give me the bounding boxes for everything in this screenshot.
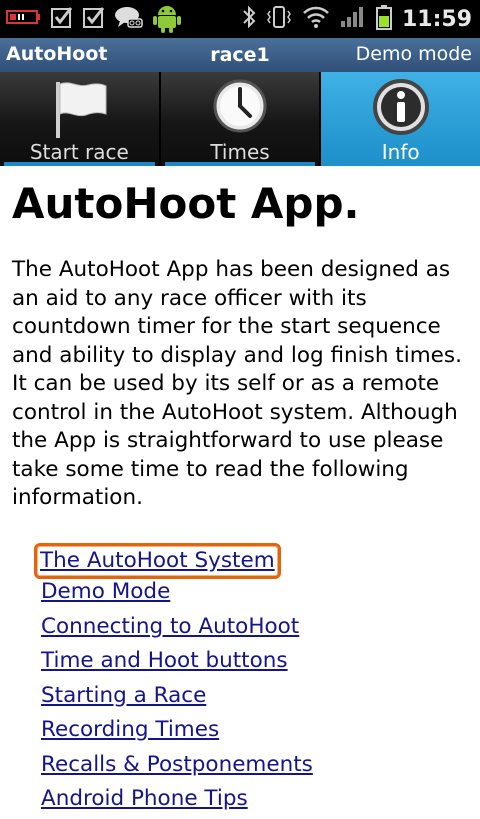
bluetooth-icon [242, 5, 256, 33]
flag-icon [48, 78, 110, 142]
tab-start-race[interactable]: Start race [0, 72, 161, 166]
link-demo-mode[interactable]: Demo Mode [39, 577, 172, 607]
list-item: Starting a Race [39, 681, 468, 716]
clock-icon [212, 78, 268, 138]
status-bar: 11:59 [0, 0, 480, 38]
list-item: Android Phone Tips [39, 784, 468, 819]
tab-times[interactable]: Times [160, 72, 322, 166]
battery-warning-icon [6, 7, 42, 31]
info-content[interactable]: AutoHoot App. The AutoHoot App has been … [12, 166, 468, 819]
vibrate-icon [266, 5, 292, 33]
signal-icon [340, 5, 366, 33]
help-links: The AutoHoot System Demo Mode Connecting… [34, 542, 468, 819]
link-phone-tips[interactable]: Android Phone Tips [39, 784, 250, 814]
link-starting-race[interactable]: Starting a Race [39, 681, 208, 711]
link-time-hoot-buttons[interactable]: Time and Hoot buttons [39, 646, 290, 676]
title-bar: race1 AutoHoot Demo mode [0, 38, 480, 72]
list-item: The AutoHoot System [34, 542, 468, 579]
page-title: AutoHoot App. [12, 179, 360, 228]
wifi-icon [302, 5, 330, 33]
clock-time: 11:59 [401, 6, 472, 32]
tab-info-label: Info [381, 140, 420, 164]
link-autohoot-system[interactable]: The AutoHoot System [34, 542, 281, 579]
app-title: AutoHoot [6, 43, 108, 65]
checkbox-icon [82, 5, 106, 33]
notification-icons [6, 4, 182, 34]
battery-icon [375, 4, 392, 34]
tab-times-label: Times [210, 140, 270, 164]
tab-bar: Start race Times Info [0, 72, 480, 166]
list-item: Recalls & Postponements [39, 750, 468, 785]
info-icon [372, 78, 430, 140]
list-item: Recording Times [39, 715, 468, 750]
list-item: Time and Hoot buttons [39, 646, 468, 681]
android-icon [152, 1, 182, 37]
link-recording-times[interactable]: Recording Times [39, 715, 221, 745]
mode-label: Demo mode [355, 43, 472, 65]
list-item: Connecting to AutoHoot [39, 612, 468, 647]
system-icons: 11:59 [242, 4, 472, 34]
tab-info[interactable]: Info [321, 72, 480, 166]
voicemail-icon [114, 5, 144, 33]
tab-start-race-label: Start race [29, 140, 129, 164]
intro-paragraph: The AutoHoot App has been designed as an… [12, 257, 462, 510]
link-recalls[interactable]: Recalls & Postponements [39, 750, 315, 780]
link-connecting[interactable]: Connecting to AutoHoot [39, 612, 301, 642]
list-item: Demo Mode [39, 577, 468, 612]
checkbox-icon [50, 5, 74, 33]
